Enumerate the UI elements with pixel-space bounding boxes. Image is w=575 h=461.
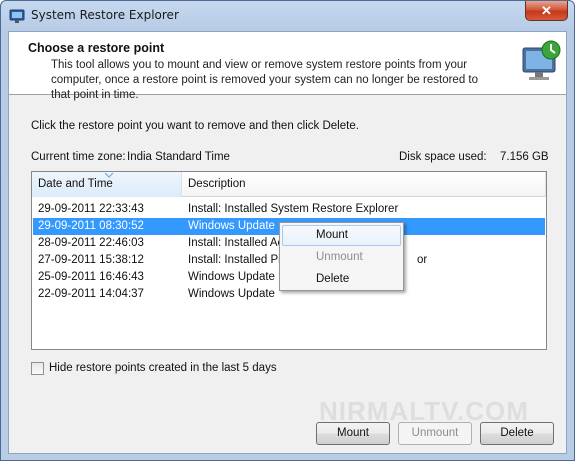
header-panel: Choose a restore point This tool allows … <box>9 32 566 101</box>
header-description: This tool allows you to mount and view o… <box>51 59 478 101</box>
list-header: Date and Time Description <box>32 172 546 197</box>
row-description: Install: Installed System Restore Explor… <box>188 203 399 215</box>
mount-button[interactable]: Mount <box>316 422 390 445</box>
unmount-button[interactable]: Unmount <box>398 422 472 445</box>
instruction-text: Click the restore point you want to remo… <box>31 120 359 132</box>
menu-item-delete[interactable]: Delete <box>282 269 401 290</box>
row-description: Install: Installed Aer <box>188 237 288 249</box>
menu-item-unmount[interactable]: Unmount <box>282 247 401 268</box>
close-icon: ✕ <box>541 3 552 18</box>
timezone-label: Current time zone: <box>31 151 126 163</box>
disk-space-label: Disk space used: <box>399 151 487 163</box>
row-date: 27-09-2011 15:38:12 <box>38 254 144 266</box>
row-date: 29-09-2011 22:33:43 <box>38 203 144 215</box>
row-description-overflow: or <box>417 254 428 266</box>
system-restore-monitor-icon <box>522 40 561 80</box>
column-header-description[interactable]: Description <box>183 172 546 197</box>
timezone-value: India Standard Time <box>127 151 230 163</box>
row-date: 28-09-2011 22:46:03 <box>38 237 144 249</box>
hide-recent-label: Hide restore points created in the last … <box>49 362 277 374</box>
title-bar[interactable]: System Restore Explorer ✕ <box>1 1 574 31</box>
context-menu: Mount Unmount Delete <box>279 222 404 291</box>
close-button[interactable]: ✕ <box>525 1 568 21</box>
row-date: 29-09-2011 08:30:52 <box>38 220 144 232</box>
hide-recent-checkbox[interactable] <box>31 362 44 375</box>
column-header-date[interactable]: Date and Time <box>32 172 182 197</box>
row-description: Windows Update <box>188 220 275 232</box>
menu-item-mount[interactable]: Mount <box>282 225 401 246</box>
app-icon <box>9 9 25 23</box>
list-item[interactable]: 29-09-2011 22:33:43 Install: Installed S… <box>33 201 545 218</box>
row-description: Install: Installed Pix <box>188 254 287 266</box>
row-date: 22-09-2011 14:04:37 <box>38 288 144 300</box>
row-description: Windows Update <box>188 271 275 283</box>
header-title: Choose a restore point <box>28 41 165 55</box>
delete-button[interactable]: Delete <box>480 422 554 445</box>
sort-descending-icon <box>104 172 114 178</box>
window-title: System Restore Explorer <box>31 8 179 22</box>
row-description: Windows Update <box>188 288 275 300</box>
disk-space-value: 7.156 GB <box>500 151 549 163</box>
row-date: 25-09-2011 16:46:43 <box>38 271 144 283</box>
